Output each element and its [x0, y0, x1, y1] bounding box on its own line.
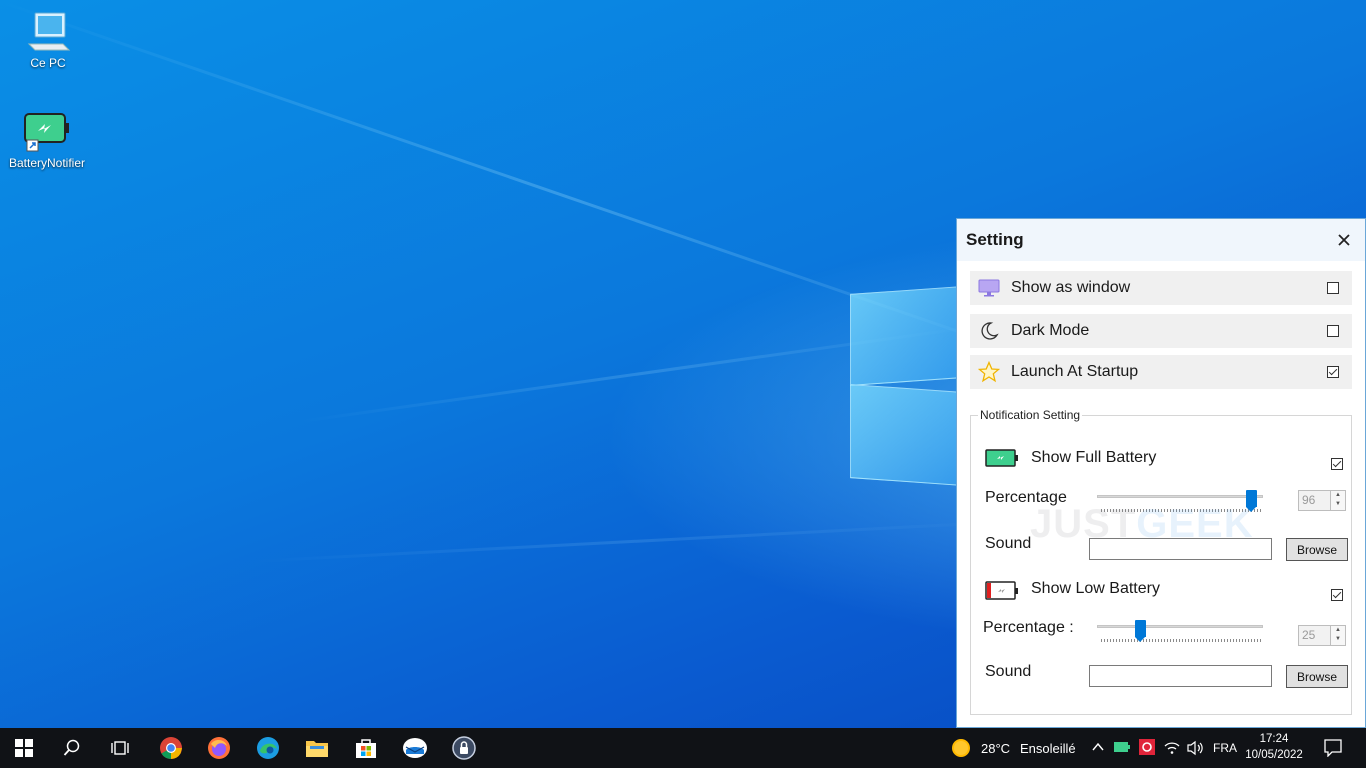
- wifi-icon[interactable]: [1163, 740, 1181, 756]
- full-percentage-input[interactable]: 96: [1298, 490, 1331, 511]
- low-sound-label: Sound: [985, 663, 1032, 680]
- edge-icon: [257, 737, 279, 759]
- firefox-taskbar-button[interactable]: [195, 728, 243, 768]
- low-sound-path-input[interactable]: [1089, 665, 1272, 687]
- settings-window: Setting Show as window Dark Mode Launch …: [956, 218, 1366, 728]
- show-full-battery-label: Show Full Battery: [1031, 449, 1157, 466]
- file-explorer-taskbar-button[interactable]: [293, 728, 341, 768]
- full-sound-label: Sound: [985, 535, 1032, 552]
- full-percentage-spinner[interactable]: ▲ ▼: [1330, 490, 1346, 511]
- low-percentage-label: Percentage :: [983, 619, 1074, 636]
- firefox-icon: [208, 737, 230, 759]
- weather-temperature[interactable]: 28°C: [981, 741, 1010, 756]
- volume-icon[interactable]: [1186, 740, 1204, 756]
- group-legend: Notification Setting: [978, 408, 1083, 422]
- notification-center-icon[interactable]: [1324, 739, 1342, 757]
- dark-mode-checkbox[interactable]: [1327, 325, 1339, 337]
- option-label: Show as window: [1011, 279, 1131, 296]
- taskbar: 28°C Ensoleillé FRA 17:24 10/05/2022: [0, 728, 1366, 768]
- full-percentage-slider[interactable]: [1097, 495, 1263, 498]
- option-label: Dark Mode: [1011, 322, 1090, 339]
- light-beam: [250, 520, 1010, 563]
- low-percentage-input[interactable]: 25: [1298, 625, 1331, 646]
- mail-icon: [403, 738, 427, 758]
- chevron-up-icon[interactable]: [1092, 742, 1104, 752]
- option-dark-mode[interactable]: Dark Mode: [970, 314, 1352, 348]
- show-as-window-checkbox[interactable]: [1327, 282, 1339, 294]
- app-tray-icon[interactable]: [1139, 739, 1155, 755]
- windows-logo-wallpaper: [850, 278, 970, 493]
- start-button[interactable]: [0, 728, 48, 768]
- spin-up-icon[interactable]: ▲: [1331, 626, 1345, 635]
- battery-app-icon: [24, 113, 69, 152]
- windows-start-icon: [15, 739, 33, 757]
- battery-tray-icon[interactable]: [1114, 741, 1130, 753]
- full-sound-browse-button[interactable]: Browse: [1286, 538, 1348, 561]
- low-sound-browse-button[interactable]: Browse: [1286, 665, 1348, 688]
- star-icon: [976, 359, 1002, 385]
- store-taskbar-button[interactable]: [342, 728, 390, 768]
- computer-icon: [27, 12, 71, 51]
- notification-setting-group: Notification Setting Show Full Battery P…: [970, 408, 1352, 715]
- desktop-icon-label: BatteryNotifier: [8, 156, 86, 170]
- file-explorer-icon: [306, 741, 328, 757]
- show-low-battery-checkbox[interactable]: [1331, 589, 1343, 601]
- desktop-icon-this-pc[interactable]: Ce PC: [3, 10, 93, 70]
- search-icon: [63, 739, 80, 756]
- low-percentage-slider[interactable]: [1097, 625, 1263, 628]
- vpn-taskbar-button[interactable]: [440, 728, 488, 768]
- low-battery-icon: [985, 581, 1018, 600]
- show-low-battery-label: Show Low Battery: [1031, 580, 1160, 597]
- task-view-icon: [111, 741, 129, 755]
- window-titlebar[interactable]: Setting: [957, 219, 1365, 261]
- input-language[interactable]: FRA: [1213, 741, 1237, 755]
- show-full-battery-checkbox[interactable]: [1331, 458, 1343, 470]
- option-launch-at-startup[interactable]: Launch At Startup: [970, 355, 1352, 389]
- window-title: Setting: [966, 230, 1024, 249]
- monitor-icon: [976, 275, 1002, 301]
- spin-up-icon[interactable]: ▲: [1331, 491, 1345, 500]
- vpn-lock-icon: [452, 736, 476, 760]
- moon-icon: [976, 318, 1002, 344]
- spin-down-icon[interactable]: ▼: [1331, 635, 1345, 644]
- edge-taskbar-button[interactable]: [244, 728, 292, 768]
- full-battery-icon: [985, 449, 1018, 467]
- close-icon: [1338, 234, 1350, 246]
- close-button[interactable]: [1333, 229, 1355, 251]
- store-icon: [356, 739, 376, 758]
- option-label: Launch At Startup: [1011, 363, 1139, 380]
- desktop-icon-label: Ce PC: [30, 56, 66, 70]
- weather-condition[interactable]: Ensoleillé: [1020, 741, 1076, 756]
- spin-down-icon[interactable]: ▼: [1331, 500, 1345, 509]
- desktop-icon-batterynotifier[interactable]: BatteryNotifier: [2, 110, 92, 170]
- clock-date: 10/05/2022: [1245, 749, 1303, 761]
- low-percentage-slider-thumb[interactable]: [1135, 620, 1146, 642]
- chrome-icon: [160, 737, 182, 759]
- chrome-taskbar-button[interactable]: [147, 728, 195, 768]
- mail-taskbar-button[interactable]: [391, 728, 439, 768]
- launch-at-startup-checkbox[interactable]: [1327, 366, 1339, 378]
- taskbar-clock[interactable]: 17:24 10/05/2022: [1240, 731, 1308, 763]
- low-percentage-spinner[interactable]: ▲ ▼: [1330, 625, 1346, 646]
- search-button[interactable]: [48, 728, 96, 768]
- justgeek-watermark: JUSTGEEK: [1030, 502, 1254, 546]
- clock-time: 17:24: [1259, 733, 1289, 745]
- option-show-as-window[interactable]: Show as window: [970, 271, 1352, 305]
- sun-weather-icon[interactable]: [951, 738, 971, 758]
- slider-ticks: [1101, 639, 1261, 642]
- task-view-button[interactable]: [96, 728, 144, 768]
